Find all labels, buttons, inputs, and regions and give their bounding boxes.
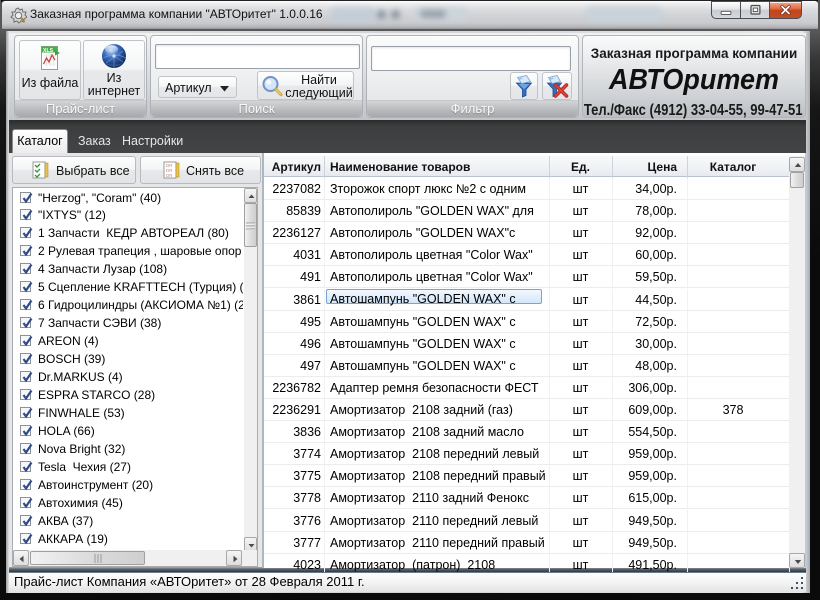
svg-text:DR: DR <box>166 173 173 178</box>
svg-text:XLS: XLS <box>43 48 54 54</box>
